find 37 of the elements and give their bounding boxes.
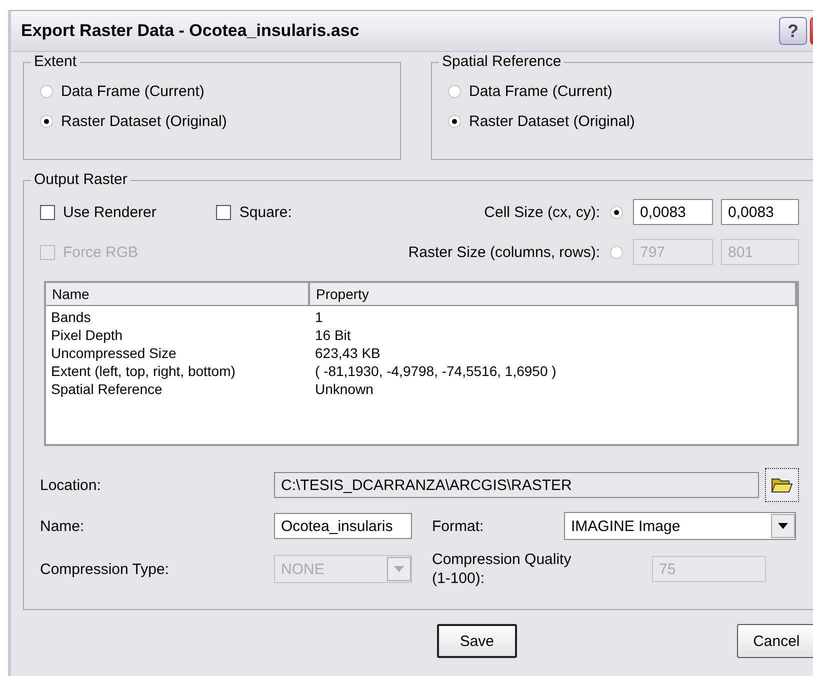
table-cell-text: 623,43 KB <box>314 344 382 362</box>
checkbox-label: Square: <box>239 204 292 220</box>
name-field[interactable]: Ocotea_insularis <box>274 513 412 539</box>
checkbox-label: Force RGB <box>63 244 138 260</box>
location-field[interactable]: C:\TESIS_DCARRANZA\ARCGIS\RASTER <box>274 472 759 498</box>
checkbox-label: Use Renderer <box>63 204 156 220</box>
table-cell-text: Bands <box>50 308 92 326</box>
option-label: Raster Dataset (Original) <box>61 113 227 130</box>
table-cell-text: Spatial Reference <box>50 380 164 398</box>
field-label: Name: <box>40 518 86 534</box>
dialog-button[interactable]: Save <box>437 624 517 658</box>
column-header[interactable]: Property <box>310 283 797 305</box>
option-label: Data Frame (Current) <box>61 83 204 100</box>
format-dropdown[interactable]: IMAGINE Image <box>564 512 796 540</box>
option-label: Raster Dataset (Original) <box>469 113 635 130</box>
input-field[interactable]: 0,0083 <box>633 199 713 225</box>
field-label: Compression Quality (1-100): <box>432 550 572 588</box>
field-label: Location: <box>40 476 102 494</box>
column-header[interactable]: Name <box>46 283 310 305</box>
window-title: Export Raster Data - Ocotea_insularis.asc <box>21 21 360 41</box>
help-button[interactable]: ? <box>779 17 807 45</box>
field-label: Format: <box>432 518 485 534</box>
dialog-button[interactable]: Cancel <box>736 624 813 658</box>
option-label: Cell Size (cx, cy): <box>484 204 600 220</box>
table-cell-text: Pixel Depth <box>50 326 124 344</box>
option-label: Data Frame (Current) <box>469 83 612 100</box>
table-cell-text: Extent (left, top, right, bottom) <box>50 362 236 380</box>
group-label: Spatial Reference <box>439 53 564 70</box>
table-cell-text: Uncompressed Size <box>50 344 178 362</box>
field-label: Compression Type: <box>40 560 170 578</box>
table-cell-text: 1 <box>314 308 324 326</box>
table-cell-text: 16 Bit <box>314 326 352 344</box>
input-field[interactable]: 0,0083 <box>721 199 799 225</box>
table-cell-text: Unknown <box>314 380 374 398</box>
table-cell-text: ( -81,1930, -4,9798, -74,5516, 1,6950 ) <box>314 362 558 380</box>
group-label: Output Raster <box>31 171 130 188</box>
option-label: Raster Size (columns, rows): <box>408 244 600 260</box>
